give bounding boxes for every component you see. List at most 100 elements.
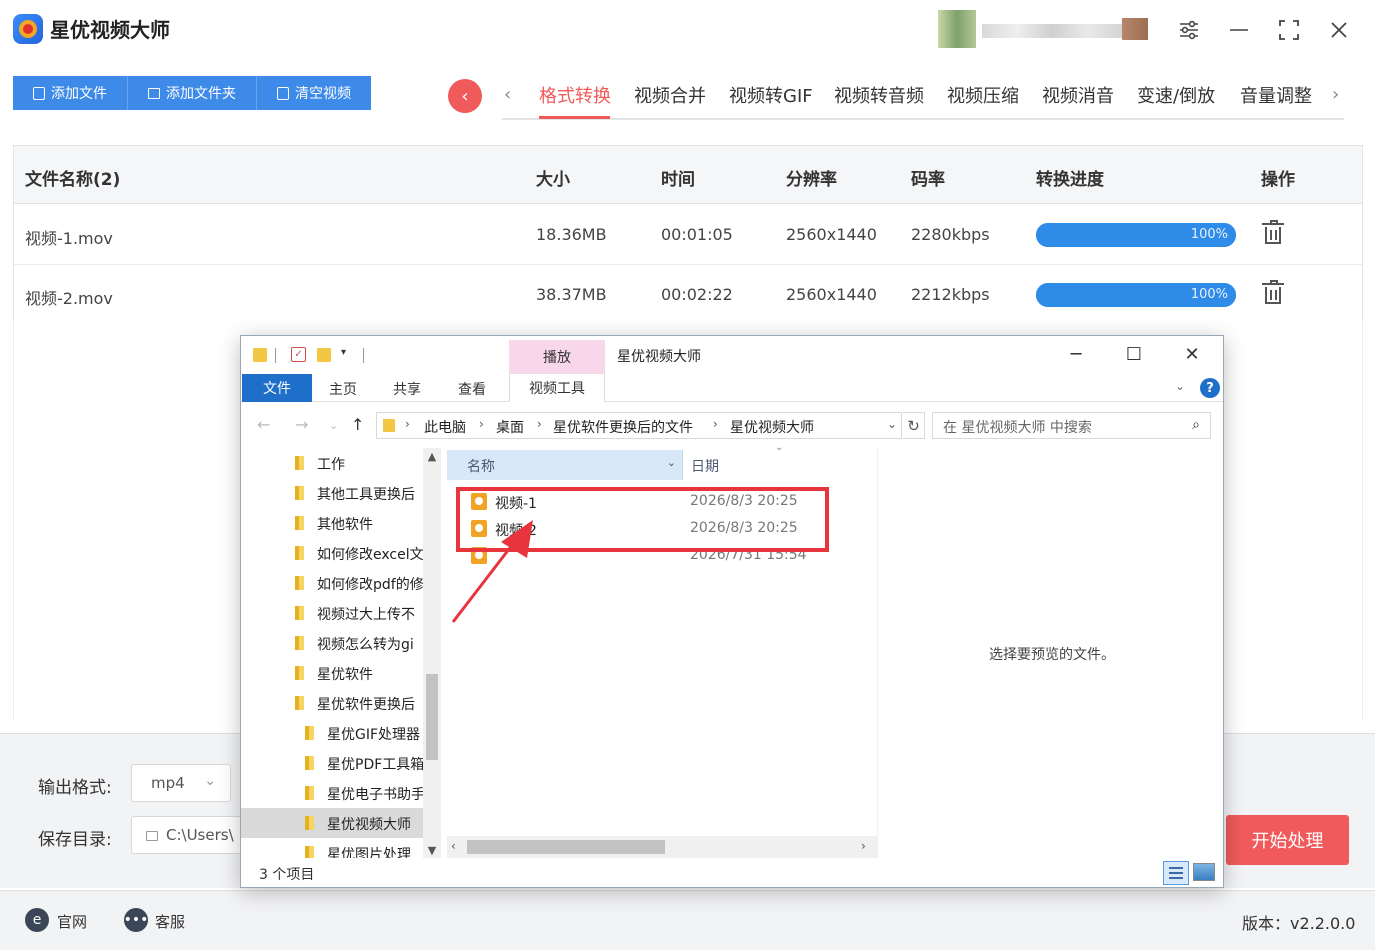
fullscreen-icon[interactable] [1274, 15, 1304, 45]
search-input[interactable]: 在 星优视频大师 中搜索 ⌕ [932, 412, 1211, 439]
save-dir-label: 保存目录: [38, 830, 112, 850]
ribbon-tab-share[interactable]: 共享 [393, 379, 421, 399]
minimize-icon[interactable]: ─ [1061, 342, 1091, 366]
nav-scrollbar[interactable]: ▲ ▼ [423, 448, 441, 858]
details-view-icon[interactable] [1163, 861, 1189, 885]
website-link[interactable]: 官网 [57, 911, 87, 932]
new-folder-icon[interactable] [317, 348, 331, 362]
customize-dropdown-icon[interactable]: ▾ [341, 347, 346, 358]
scroll-up-icon[interactable]: ▲ [423, 450, 441, 463]
folder-icon [295, 666, 304, 680]
delete-row-icon[interactable] [1262, 280, 1284, 305]
recent-dropdown-icon[interactable]: ⌄ [329, 419, 338, 432]
expand-ribbon-icon[interactable]: ⌄ [1175, 379, 1185, 393]
ribbon-tab-view[interactable]: 查看 [458, 379, 486, 399]
tab-video-merge[interactable]: 视频合并 [634, 82, 706, 108]
tree-item[interactable]: 工作 [241, 448, 441, 478]
folder-icon [295, 576, 304, 590]
progress-bar: 100% [1036, 283, 1236, 307]
table-row[interactable]: 视频-1.mov 18.36MB 00:01:05 2560x1440 2280… [14, 205, 1362, 265]
clear-videos-button[interactable]: 清空视频 [257, 76, 371, 110]
website-icon[interactable]: e [25, 908, 49, 932]
user-account-avatar[interactable] [938, 10, 1156, 48]
tab-format-convert[interactable]: 格式转换 [539, 82, 611, 108]
back-arrow-icon[interactable]: ‹ [448, 79, 482, 113]
minimize-icon[interactable] [1224, 15, 1254, 45]
tab-video-compress[interactable]: 视频压缩 [947, 82, 1019, 108]
row-name: 视频-1.mov [25, 229, 113, 248]
tree-item[interactable]: 星优软件更换后 [241, 688, 441, 718]
breadcrumb-folder[interactable]: 星优软件更换后的文件 [553, 417, 693, 437]
file-icon [33, 86, 45, 100]
tab-volume-adjust[interactable]: 音量调整 [1240, 82, 1312, 108]
scroll-right-icon[interactable]: › [861, 839, 866, 853]
item-count: 3 个项目 [259, 867, 315, 883]
address-dropdown-icon[interactable]: ⌄ [887, 417, 897, 431]
help-icon[interactable]: ? [1200, 378, 1220, 398]
tree-item[interactable]: 星优软件 [241, 658, 441, 688]
close-icon[interactable]: ✕ [1177, 342, 1207, 366]
table-row[interactable]: 视频-2.mov 38.37MB 00:02:22 2560x1440 2212… [14, 265, 1362, 325]
tree-item-label: 工作 [317, 457, 345, 473]
col-header-action: 操作 [1261, 170, 1295, 190]
app-title: 星优视频大师 [50, 18, 170, 42]
tab-video-to-audio[interactable]: 视频转音频 [834, 82, 924, 108]
ribbon-tab-home[interactable]: 主页 [329, 379, 357, 399]
properties-icon[interactable]: ✓ [291, 347, 306, 362]
progress-text: 100% [1190, 287, 1228, 302]
tabs-scroll-left-icon[interactable]: ‹ [504, 84, 511, 105]
tree-item-label: 星优PDF工具箱 [327, 757, 425, 773]
add-folder-button[interactable]: 添加文件夹 [128, 76, 257, 110]
tab-video-to-gif[interactable]: 视频转GIF [729, 82, 813, 108]
delete-row-icon[interactable] [1262, 220, 1284, 245]
up-arrow-icon[interactable]: ↑ [351, 415, 364, 434]
tree-item[interactable]: 视频怎么转为gi [241, 628, 441, 658]
refresh-icon[interactable]: ↻ [903, 412, 925, 439]
breadcrumb-desktop[interactable]: 桌面 [496, 417, 524, 437]
ribbon-tab-file[interactable]: 文件 [242, 374, 312, 402]
close-icon[interactable] [1324, 15, 1354, 45]
context-tab-play[interactable]: 播放 [509, 340, 605, 374]
scrollbar-thumb[interactable] [467, 840, 665, 854]
scroll-down-icon[interactable]: ▼ [423, 844, 441, 857]
tree-item-label: 如何修改pdf的修 [317, 577, 424, 593]
output-format-select[interactable]: mp4 ⌄ [131, 764, 231, 802]
column-header-date[interactable]: 日期 [691, 456, 719, 476]
tree-item[interactable]: 星优PDF工具箱 [241, 748, 441, 778]
address-bar[interactable]: › 此电脑 › 桌面 › 星优软件更换后的文件 › 星优视频大师 ⌄ [376, 412, 902, 439]
tabs-scroll-right-icon[interactable]: › [1332, 84, 1339, 105]
tree-item[interactable]: 其他工具更换后 [241, 478, 441, 508]
tab-speed-reverse[interactable]: 变速/倒放 [1137, 82, 1215, 108]
clear-videos-label: 清空视频 [295, 86, 351, 102]
forward-arrow-icon[interactable]: → [295, 415, 308, 434]
chevron-right-icon: › [537, 417, 542, 431]
tree-item[interactable]: 星优GIF处理器 [241, 718, 441, 748]
chat-icon[interactable]: ••• [124, 908, 148, 932]
chevron-down-icon[interactable]: ⌄ [667, 456, 676, 469]
tree-item[interactable]: 星优视频大师 [241, 808, 441, 838]
tab-video-mute[interactable]: 视频消音 [1042, 82, 1114, 108]
start-processing-button[interactable]: 开始处理 [1226, 815, 1349, 865]
maximize-icon[interactable]: ☐ [1119, 342, 1149, 366]
tree-item[interactable]: 如何修改pdf的修 [241, 568, 441, 598]
tree-item[interactable]: 星优电子书助手 [241, 778, 441, 808]
breadcrumb-current[interactable]: 星优视频大师 [730, 417, 814, 437]
scrollbar-thumb[interactable] [426, 674, 438, 760]
settings-icon[interactable] [1174, 15, 1204, 45]
tree-item[interactable]: 如何修改excel文 [241, 538, 441, 568]
breadcrumb-this-pc[interactable]: 此电脑 [424, 417, 466, 437]
large-icons-view-icon[interactable] [1193, 863, 1215, 881]
scroll-left-icon[interactable]: ‹ [451, 839, 456, 853]
back-arrow-icon[interactable]: ← [257, 415, 270, 434]
title-bar: 星优视频大师 [0, 0, 1375, 62]
horizontal-scrollbar[interactable]: ‹ › [447, 836, 877, 858]
column-header-name[interactable]: 名称 ⌄ [447, 450, 683, 480]
chevron-right-icon: › [405, 417, 410, 431]
tree-item[interactable]: 视频过大上传不 [241, 598, 441, 628]
add-file-button[interactable]: 添加文件 [13, 76, 128, 110]
tree-item[interactable]: 星优图片处理 [241, 838, 441, 858]
support-link[interactable]: 客服 [155, 911, 185, 932]
chevron-down-icon: ⌄ [204, 773, 216, 789]
ribbon-tab-video-tools[interactable]: 视频工具 [509, 374, 605, 402]
tree-item[interactable]: 其他软件 [241, 508, 441, 538]
